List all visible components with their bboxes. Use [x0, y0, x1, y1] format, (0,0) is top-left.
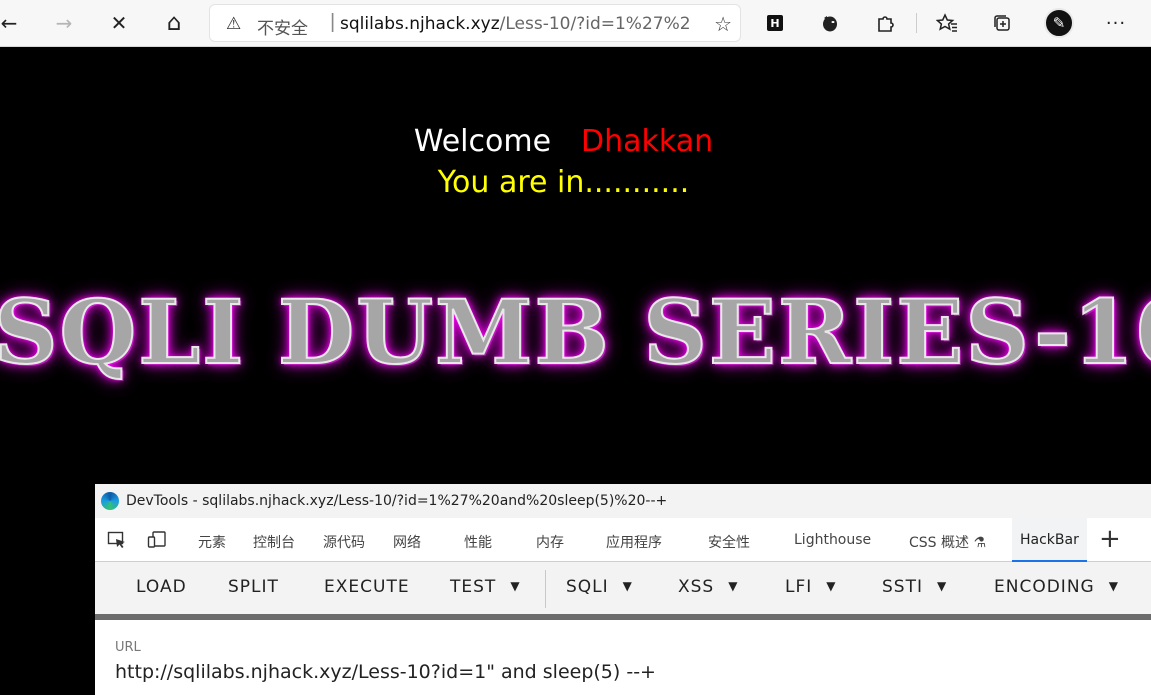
banner-text: SQLI DUMB SERIES-10	[0, 279, 1151, 385]
add-favorite-icon[interactable]: ☆	[714, 12, 732, 37]
chevron-down-icon: ▼	[1108, 579, 1119, 593]
welcome-text: Welcome	[413, 124, 552, 159]
address-bar[interactable]: ⚠ 不安全 | sqlilabs.njhack.xyz/Less-10/?id=…	[209, 4, 741, 42]
sqli-dropdown[interactable]: SQLI ▼	[566, 577, 633, 597]
username-text: Dhakkan	[581, 124, 714, 159]
banner-title: SQLI DUMB SERIES-10	[0, 279, 1151, 385]
avatar-icon: ✎	[1044, 8, 1074, 38]
chevron-down-icon: ▼	[826, 579, 837, 593]
url-path: /Less-10/?id=1%27%20a...	[499, 14, 690, 34]
hackbar-divider	[545, 570, 546, 608]
chevron-down-icon: ▼	[936, 579, 948, 593]
devtools-titlebar: DevTools - sqlilabs.njhack.xyz/Less-10/?…	[95, 484, 1151, 518]
xss-dropdown[interactable]: XSS ▼	[678, 577, 738, 597]
chevron-down-icon: ▼	[622, 579, 633, 593]
url-host: sqlilabs.njhack.xyz	[340, 14, 500, 34]
inspect-element-icon[interactable]	[107, 530, 127, 555]
more-options-icon[interactable]: ···	[1099, 6, 1133, 40]
hackbar-toolbar-shadow	[95, 614, 1151, 620]
tab-performance[interactable]: 性能	[464, 532, 492, 552]
ssti-dropdown[interactable]: SSTI ▼	[882, 577, 947, 597]
encoding-label: ENCODING	[994, 577, 1095, 597]
devtools-title: DevTools - sqlilabs.njhack.xyz/Less-10/?…	[126, 493, 668, 509]
edge-logo-icon	[101, 492, 119, 510]
stop-loading-icon[interactable]: ✕	[102, 6, 136, 40]
status-message: You are in...........	[437, 165, 690, 200]
tab-css-overview-label: CSS 概述	[909, 535, 969, 551]
tab-elements[interactable]: 元素	[198, 532, 226, 552]
lfi-dropdown[interactable]: LFI ▼	[785, 577, 837, 597]
extensions-puzzle-icon[interactable]	[868, 6, 902, 40]
url-field-label: URL	[115, 640, 141, 655]
devtools-tabbar: 元素 控制台 源代码 网络 性能 内存 应用程序 安全性 Lighthouse …	[95, 518, 1151, 562]
chevron-down-icon: ▼	[728, 579, 739, 593]
tab-sources[interactable]: 源代码	[323, 532, 365, 552]
split-button[interactable]: SPLIT	[228, 577, 279, 597]
welcome-line: Welcome Dhakkan	[0, 124, 1127, 159]
evernote-extension-icon[interactable]	[813, 6, 847, 40]
warning-icon[interactable]: ⚠	[226, 14, 241, 34]
devtools-window: DevTools - sqlilabs.njhack.xyz/Less-10/?…	[95, 484, 1151, 695]
extension-h-label: H	[767, 15, 783, 31]
add-tab-icon[interactable]: +	[1099, 524, 1121, 554]
tab-hackbar[interactable]: HackBar	[1012, 518, 1087, 562]
device-toolbar-icon[interactable]	[147, 530, 167, 555]
tab-security[interactable]: 安全性	[708, 532, 750, 552]
ssti-label: SSTI	[882, 577, 923, 597]
browser-toolbar: ← → ✕ ⌂ ⚠ 不安全 | sqlilabs.njhack.xyz/Less…	[0, 0, 1151, 47]
toolbar-divider	[916, 13, 917, 33]
hackbar-extension-icon[interactable]: H	[758, 6, 792, 40]
tab-css-overview[interactable]: CSS 概述 ⚗	[909, 532, 986, 552]
lfi-label: LFI	[785, 577, 813, 597]
execute-button[interactable]: EXECUTE	[324, 577, 410, 597]
tab-memory[interactable]: 内存	[536, 532, 564, 552]
chevron-down-icon: ▼	[510, 579, 521, 593]
tab-console[interactable]: 控制台	[253, 532, 295, 552]
url-input[interactable]: http://sqlilabs.njhack.xyz/Less-10?id=1"…	[115, 661, 656, 683]
collections-icon[interactable]	[985, 6, 1019, 40]
forward-icon[interactable]: →	[47, 6, 81, 40]
address-url[interactable]: sqlilabs.njhack.xyz/Less-10/?id=1%27%20a…	[340, 14, 690, 34]
home-icon[interactable]: ⌂	[157, 6, 191, 40]
tab-network[interactable]: 网络	[393, 532, 421, 552]
profile-avatar[interactable]: ✎	[1042, 6, 1076, 40]
test-dropdown[interactable]: TEST ▼	[450, 577, 521, 597]
experiment-flask-icon: ⚗	[973, 535, 987, 551]
sqli-label: SQLI	[566, 577, 609, 597]
tab-lighthouse[interactable]: Lighthouse	[794, 532, 871, 548]
encoding-dropdown[interactable]: ENCODING ▼	[994, 577, 1119, 597]
favorites-icon[interactable]	[930, 6, 964, 40]
xss-label: XSS	[678, 577, 715, 597]
tab-application[interactable]: 应用程序	[606, 532, 662, 552]
hackbar-toolbar: LOAD SPLIT EXECUTE TEST ▼ SQLI ▼ XSS ▼ LFI ▼…	[95, 562, 1151, 614]
back-icon[interactable]: ←	[0, 6, 26, 40]
test-label: TEST	[450, 577, 497, 597]
security-warning-label[interactable]: 不安全	[257, 14, 308, 39]
address-separator: |	[330, 11, 336, 33]
load-button[interactable]: LOAD	[136, 577, 187, 597]
